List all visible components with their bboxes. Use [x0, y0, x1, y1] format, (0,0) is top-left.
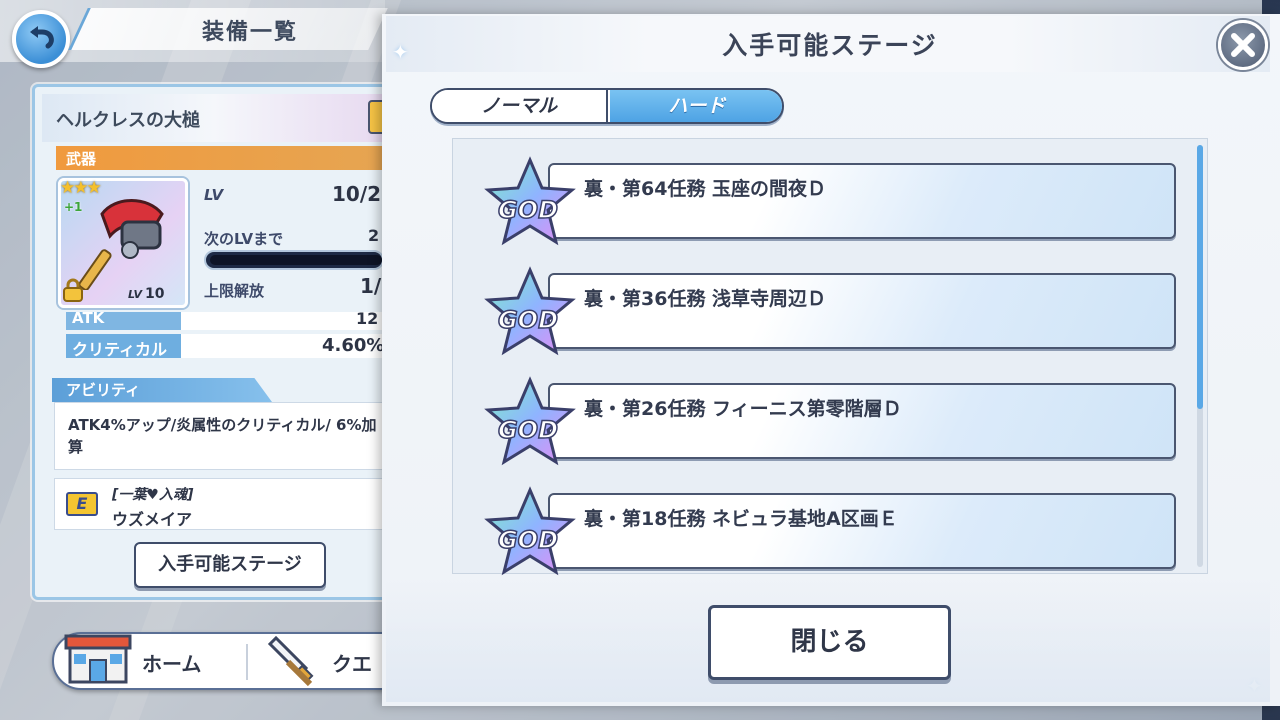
- item-level-badge: LV 10: [128, 286, 165, 302]
- god-badge-text: GOD: [498, 526, 558, 554]
- category-label: 武器: [66, 150, 97, 168]
- nav-divider: [246, 644, 248, 680]
- difficulty-tab-group: ノーマル ハード: [430, 88, 784, 124]
- sword-icon[interactable]: [260, 632, 316, 688]
- character-box: [54, 478, 386, 530]
- back-button[interactable]: [12, 10, 70, 68]
- modal-title: 入手可能ステージ: [722, 31, 938, 60]
- lock-icon: [63, 278, 83, 302]
- atk-value: 12: [356, 312, 379, 328]
- stage-label: 裏・第64任務 玉座の間夜Ｄ: [584, 178, 827, 200]
- close-icon: [1231, 33, 1255, 57]
- god-rank-star-icon: GOD: [484, 156, 576, 246]
- character-name: ウズメイア: [112, 510, 193, 529]
- item-level-label: LV: [128, 288, 143, 301]
- home-icon[interactable]: [64, 630, 132, 686]
- god-rank-star-icon: GOD: [484, 266, 576, 356]
- back-arrow-icon: [30, 26, 54, 49]
- next-level-value: 2: [368, 226, 380, 245]
- god-rank-star-icon: GOD: [484, 376, 576, 466]
- atk-label: ATK: [72, 312, 105, 327]
- obtainable-stages-button[interactable]: 入手可能ステージ: [134, 542, 326, 588]
- exp-progress-bar: [204, 250, 384, 270]
- god-rank-star-icon: GOD: [484, 486, 576, 576]
- category-bar: [56, 146, 386, 170]
- atk-stat-row: ATK 12: [66, 312, 386, 330]
- hammer-icon: [78, 199, 164, 290]
- stage-label: 裏・第36任務 浅草寺周辺Ｄ: [584, 288, 827, 310]
- close-button[interactable]: 閉じる: [708, 605, 951, 680]
- item-level-value: 10: [145, 286, 165, 302]
- modal-close-x-button[interactable]: [1218, 20, 1268, 70]
- crit-value: 4.60%: [322, 335, 385, 356]
- crit-stat-row: クリティカル 4.60%: [66, 334, 386, 359]
- rarity-stars: ★★★: [60, 178, 102, 198]
- ability-tag-label: アビリティ: [66, 381, 141, 399]
- tab-hard[interactable]: ハード: [610, 90, 782, 122]
- sparkle-icon: ✦: [392, 40, 409, 64]
- next-level-label: 次のLVまで: [204, 230, 284, 248]
- nav-home-label[interactable]: ホーム: [142, 648, 201, 677]
- god-badge-text: GOD: [498, 416, 558, 444]
- crit-label: クリティカル: [72, 340, 168, 359]
- stage-label: 裏・第26任務 フィーニス第零階層Ｄ: [584, 398, 902, 420]
- god-badge-text: GOD: [498, 306, 558, 334]
- tab-normal[interactable]: ノーマル: [432, 90, 608, 122]
- rank-badge: E: [66, 492, 98, 516]
- character-title: [一葉♥入魂]: [112, 487, 194, 503]
- nav-quest-label[interactable]: クエ: [332, 648, 372, 677]
- limit-break-value: 1/: [360, 274, 382, 298]
- equipment-name: ヘルクレスの大槌: [56, 110, 200, 131]
- scrollbar-thumb[interactable]: [1197, 145, 1203, 409]
- page-title: 装備一覧: [201, 20, 298, 45]
- level-label: LV: [204, 186, 224, 204]
- limit-break-label: 上限解放: [204, 282, 265, 300]
- enhance-plus-label: +1: [64, 200, 83, 214]
- level-value: 10/2: [332, 182, 382, 206]
- stage-label: 裏・第18任務 ネビュラ基地A区画Ｅ: [584, 508, 898, 530]
- god-badge-text: GOD: [498, 196, 558, 224]
- ability-text: ATK4%アップ/炎属性のクリティカル/ 6%加算: [68, 416, 377, 456]
